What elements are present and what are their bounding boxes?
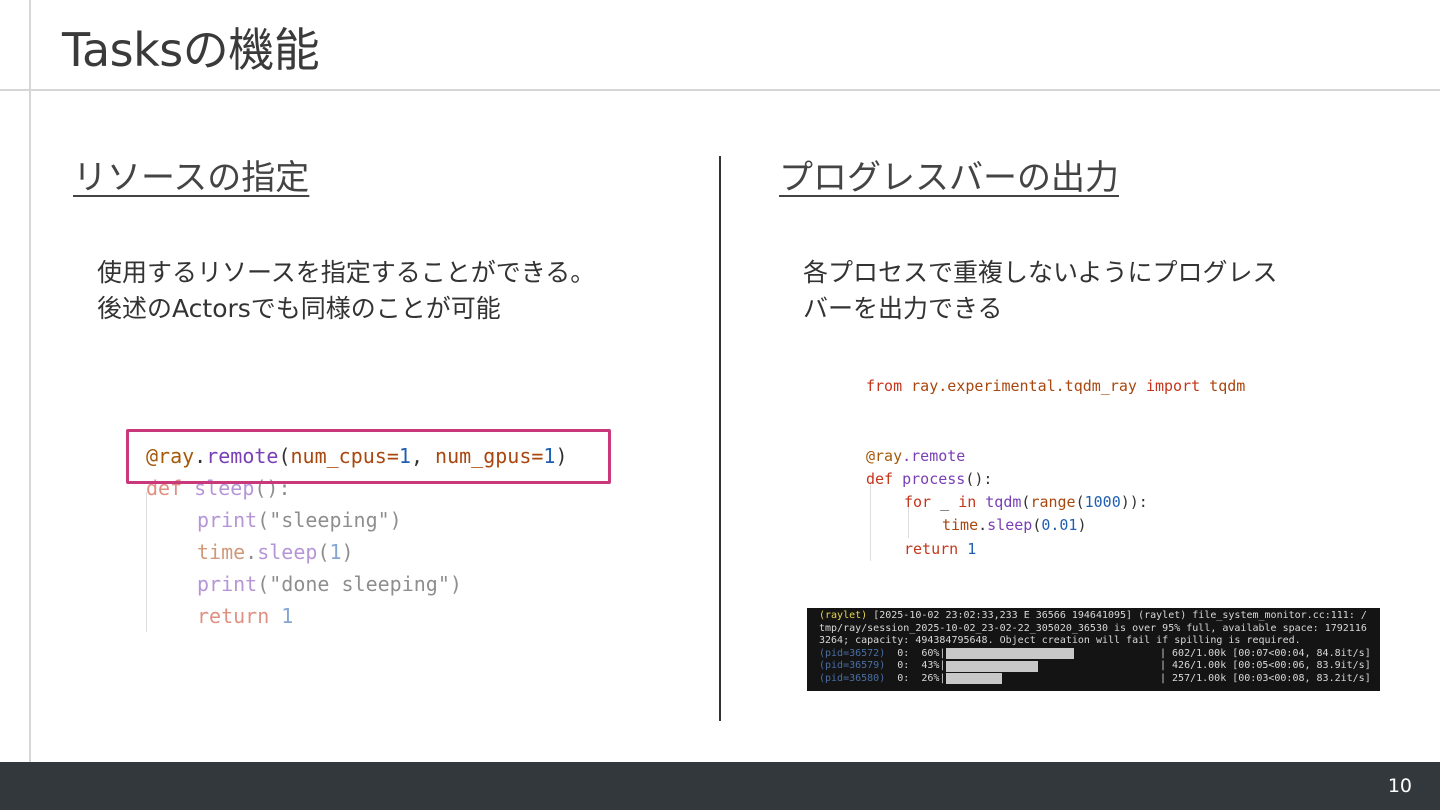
title-divider [0, 89, 1440, 91]
progress-stats-1: | 602/1.00k [00:07<00:04, 84.8it/s] [1160, 647, 1371, 659]
code-line-print-1: print("sleeping") [197, 508, 402, 532]
terminal-line-2: tmp/ray/session_2025-10-02_23-02-22_3050… [819, 622, 1367, 634]
code-line-return: return 1 [904, 540, 977, 558]
code-line-def: def process(): [866, 470, 993, 488]
slide: Tasksの機能 リソースの指定 使用するリソースを指定することができる。 後述… [0, 0, 1440, 810]
progress-bar-fill [946, 673, 1002, 684]
progress-bar-description: 各プロセスで重複しないようにプログレス バーを出力できる [803, 255, 1278, 327]
code-line-sleep: time.sleep(0.01) [942, 516, 1087, 534]
code-line-decorator: @ray.remote [866, 447, 966, 465]
indent-guide [870, 481, 871, 561]
footer-bar [0, 762, 1440, 810]
terminal-line-1: (raylet) [2025-10-02 23:02:33,233 E 3656… [819, 610, 1367, 621]
resource-spec-description: 使用するリソースを指定することができる。 後述のActorsでも同様のことが可能 [97, 255, 595, 327]
progress-row-2: (pid=36579) 0: 43%| [819, 660, 946, 671]
column-divider [719, 156, 721, 721]
progress-stats-3: | 257/1.00k [00:03<00:08, 83.2it/s] [1160, 672, 1371, 684]
code-line-return: return 1 [197, 604, 294, 628]
progress-row-3: (pid=36580) 0: 26%| [819, 672, 946, 684]
terminal-output: (raylet) [2025-10-02 23:02:33,233 E 3656… [807, 608, 1380, 691]
heading-resource-spec: リソースの指定 [73, 158, 310, 198]
decorator-highlight-box [126, 429, 611, 484]
progress-stats-2: | 426/1.00k [00:05<00:06, 83.9it/s] [1160, 660, 1371, 671]
terminal-line-3: 3264; capacity: 494384795648. Object cre… [819, 635, 1301, 646]
progress-bar-fill [946, 648, 1074, 659]
slide-title: Tasksの機能 [62, 23, 320, 77]
desc-line-1: 各プロセスで重複しないようにプログレス [803, 258, 1278, 287]
code-line-sleep: time.sleep(1) [197, 540, 354, 564]
heading-progress-bar: プログレスバーの出力 [779, 158, 1119, 198]
desc-line-2: バーを出力できる [803, 294, 1003, 323]
desc-line-2: 後述のActorsでも同様のことが可能 [97, 294, 501, 323]
indent-guide [146, 492, 147, 632]
progress-row-1: (pid=36572) 0: 60%| [819, 647, 946, 659]
desc-line-1: 使用するリソースを指定することができる。 [97, 258, 596, 287]
code-line-print-2: print("done sleeping") [197, 572, 462, 596]
progress-bar-fill [946, 660, 1038, 672]
left-margin-rule [29, 0, 31, 762]
code-line-for: for _ in tqdm(range(1000)): [904, 493, 1148, 511]
code-line-import: from ray.experimental.tqdm_ray import tq… [866, 377, 1246, 395]
page-number: 10 [1387, 775, 1412, 797]
